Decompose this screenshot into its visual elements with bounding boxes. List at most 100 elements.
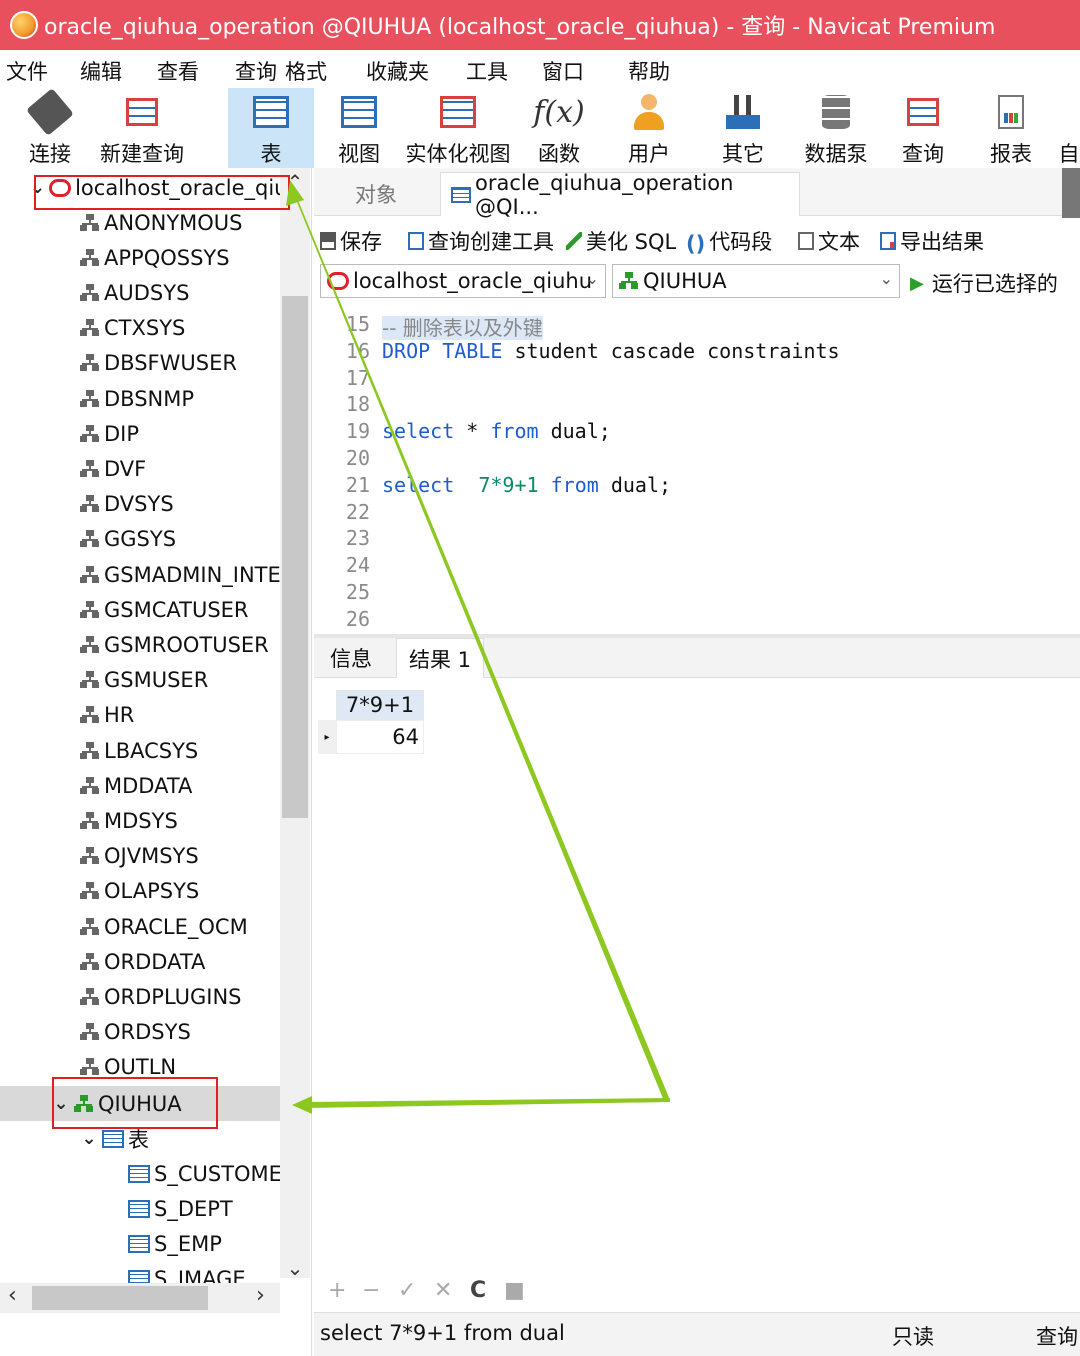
chevron-down-icon: ⌄: [585, 269, 599, 288]
schema-select[interactable]: QIUHUA ⌄: [612, 264, 900, 298]
apply-changes-icon[interactable]: ✓: [398, 1278, 416, 1303]
text-button[interactable]: 文本: [798, 226, 860, 256]
schema-icon: [80, 741, 100, 760]
tree-schema-item[interactable]: ORACLE_OCM: [0, 909, 280, 944]
tree-table-item[interactable]: S_DEPT: [0, 1191, 280, 1226]
automation-button[interactable]: 自: [1058, 88, 1080, 168]
tree-schema-item[interactable]: MDDATA: [0, 768, 280, 803]
stop-icon[interactable]: ■: [504, 1278, 525, 1303]
export-results-button[interactable]: 导出结果: [880, 226, 984, 256]
schema-icon: [80, 459, 100, 478]
tree-schema-item[interactable]: MDSYS: [0, 803, 280, 838]
tree-schema-item[interactable]: AUDSYS: [0, 275, 280, 310]
menu-tools[interactable]: 工具: [460, 56, 508, 86]
tree-schema-item[interactable]: GSMUSER: [0, 663, 280, 698]
tree-schema-item[interactable]: OJVMSYS: [0, 839, 280, 874]
tree-schema-item[interactable]: ORDDATA: [0, 944, 280, 979]
menu-view[interactable]: 查看: [151, 56, 199, 86]
user-button[interactable]: 用户: [624, 88, 674, 168]
menu-edit[interactable]: 编辑: [74, 56, 122, 86]
chevron-down-icon[interactable]: ⌄: [30, 177, 45, 198]
table-icon: [128, 1164, 150, 1183]
tree-schema-item[interactable]: DVSYS: [0, 487, 280, 522]
schema-icon: [80, 389, 100, 408]
tree-schema-item[interactable]: GGSYS: [0, 522, 280, 557]
scroll-right-icon[interactable]: ›: [256, 1283, 265, 1308]
sql-editor[interactable]: 15 -- 删除表以及外键 16 DROP TABLE student cascade…: [314, 310, 1080, 634]
code-snippet-button[interactable]: () 代码段: [686, 226, 772, 256]
add-record-icon[interactable]: +: [328, 1278, 346, 1303]
connect-button[interactable]: 连接: [22, 88, 78, 168]
play-icon: ▶: [910, 272, 924, 294]
new-query-button[interactable]: 新建查询: [96, 88, 188, 168]
menu-favorites[interactable]: 收藏夹: [360, 56, 429, 86]
delete-record-icon[interactable]: −: [362, 1278, 380, 1303]
menu-file[interactable]: 文件: [0, 56, 48, 86]
tree-schema-label: OLAPSYS: [104, 879, 200, 904]
materialized-view-button[interactable]: 实体化视图: [404, 88, 512, 168]
tree-table-item[interactable]: S_EMP: [0, 1226, 280, 1261]
tab-info[interactable]: 信息: [318, 638, 384, 678]
tree-schema-item[interactable]: DIP: [0, 416, 280, 451]
run-selected-button[interactable]: ▶ 运行已选择的: [910, 268, 1058, 298]
tab-query[interactable]: oracle_qiuhua_operation @QI...: [440, 171, 800, 219]
row-indicator-icon[interactable]: ▸: [318, 720, 336, 754]
scroll-down-icon[interactable]: ⌄: [280, 1256, 310, 1280]
tree-schema-label: APPQOSSYS: [104, 245, 230, 270]
chevron-down-icon[interactable]: ⌄: [52, 1093, 70, 1114]
tab-result-1[interactable]: 结果 1: [396, 638, 485, 678]
menu-window[interactable]: 窗口: [536, 56, 584, 86]
refresh-icon[interactable]: C: [470, 1278, 486, 1303]
tree-connection[interactable]: ⌄ localhost_oracle_qiu: [0, 170, 280, 205]
report-button[interactable]: 报表: [986, 88, 1036, 168]
datapump-button[interactable]: 数据泵: [802, 88, 870, 168]
menu-format[interactable]: 格式: [279, 56, 327, 86]
tree-schema-item[interactable]: ANONYMOUS: [0, 205, 280, 240]
menu-help[interactable]: 帮助: [622, 56, 670, 86]
tree-schema-item[interactable]: DBSFWUSER: [0, 346, 280, 381]
chevron-down-icon[interactable]: ⌄: [80, 1128, 98, 1149]
tree-horizontal-scrollbar[interactable]: ‹ ›: [0, 1283, 280, 1313]
menu-query[interactable]: 查询: [229, 56, 277, 86]
tree-schema-item[interactable]: GSMROOTUSER: [0, 627, 280, 662]
tree-schema-item[interactable]: GSMCATUSER: [0, 592, 280, 627]
tree-schema-label: HR: [104, 703, 135, 728]
connection-select[interactable]: localhost_oracle_qiuhu ⌄: [320, 264, 606, 298]
tree-schema-item[interactable]: OLAPSYS: [0, 874, 280, 909]
tree-schema-item[interactable]: DBSNMP: [0, 381, 280, 416]
query-builder-button[interactable]: 查询创建工具: [408, 226, 554, 256]
tree-schema-item[interactable]: DVF: [0, 451, 280, 486]
tab-objects[interactable]: 对象: [314, 172, 438, 216]
tree-tables-folder[interactable]: ⌄ 表: [0, 1121, 280, 1156]
tree-schema-item[interactable]: ORDPLUGINS: [0, 979, 280, 1014]
tree-schema-item[interactable]: ORDSYS: [0, 1015, 280, 1050]
result-cell[interactable]: 64: [336, 720, 424, 754]
tree-vertical-scrollbar[interactable]: ⌃ ⌄: [280, 168, 310, 1280]
save-button[interactable]: 保存: [320, 226, 382, 256]
tree-schema-qiuhua[interactable]: ⌄ QIUHUA: [0, 1086, 280, 1121]
scroll-left-icon[interactable]: ‹: [8, 1283, 17, 1308]
tree-table-item[interactable]: S_CUSTOME: [0, 1156, 280, 1191]
query-button[interactable]: 查询: [898, 88, 948, 168]
scroll-up-icon[interactable]: ⌃: [280, 170, 310, 194]
other-button[interactable]: 其它: [718, 88, 768, 168]
tree-schema-item[interactable]: HR: [0, 698, 280, 733]
database-icon: [822, 95, 850, 129]
view-button[interactable]: 视图: [334, 88, 384, 168]
function-button[interactable]: f(x) 函数: [533, 88, 584, 168]
tree-schema-item[interactable]: CTXSYS: [0, 311, 280, 346]
selector-bar: localhost_oracle_qiuhu ⌄ QIUHUA ⌄ ▶ 运行已选…: [314, 262, 1080, 300]
tree-schema-item[interactable]: APPQOSSYS: [0, 240, 280, 275]
scroll-thumb[interactable]: [32, 1286, 208, 1310]
tree-schema-item[interactable]: GSMADMIN_INTE: [0, 557, 280, 592]
table-button[interactable]: 表: [228, 88, 314, 168]
tree-schema-item[interactable]: OUTLN: [0, 1050, 280, 1085]
schema-icon: [80, 319, 100, 338]
discard-changes-icon[interactable]: ✕: [434, 1278, 452, 1303]
beautify-icon: [566, 232, 582, 250]
scroll-thumb[interactable]: [282, 296, 308, 818]
beautify-sql-button[interactable]: 美化 SQL: [566, 226, 676, 256]
schema-icon: [80, 1023, 100, 1042]
tree-schema-item[interactable]: LBACSYS: [0, 733, 280, 768]
column-header[interactable]: 7*9+1: [336, 690, 424, 720]
